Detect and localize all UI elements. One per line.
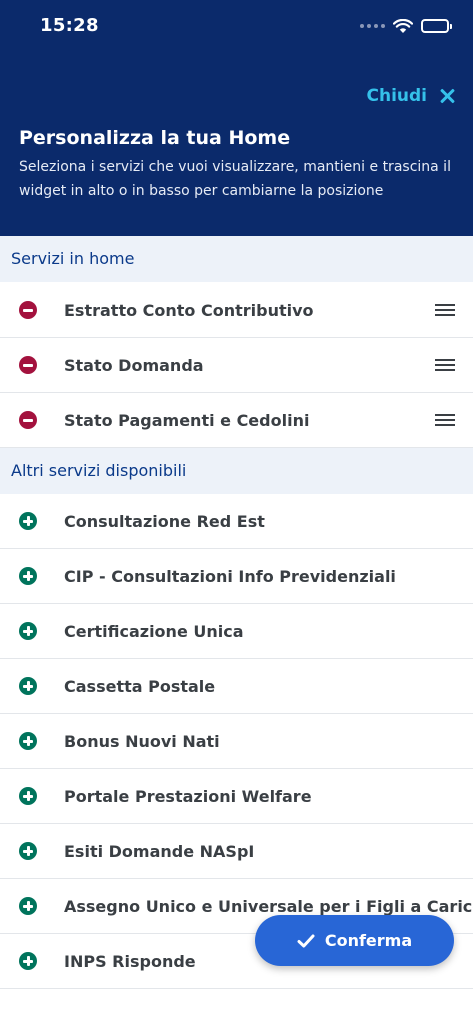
section-header-home-services: Servizi in home — [0, 236, 473, 282]
add-circle-icon[interactable] — [19, 567, 37, 585]
available-service-row: Bonus Nuovi Nati — [0, 714, 473, 769]
add-circle-icon[interactable] — [19, 512, 37, 530]
available-service-row: Esiti Domande NASpI — [0, 824, 473, 879]
checkmark-icon — [297, 934, 315, 947]
status-time: 15:28 — [40, 15, 99, 36]
battery-icon — [421, 19, 452, 33]
service-label: INPS Risponde — [64, 951, 196, 971]
available-service-row: Certificazione Unica — [0, 604, 473, 659]
available-service-row: Cassetta Postale — [0, 659, 473, 714]
confirm-label: Conferma — [324, 931, 413, 950]
service-label: Cassetta Postale — [64, 676, 216, 696]
add-circle-icon[interactable] — [19, 732, 37, 750]
available-service-row: CIP - Consultazioni Info Previdenziali — [0, 549, 473, 604]
drag-handle-icon[interactable] — [435, 304, 455, 316]
service-label: Certificazione Unica — [64, 621, 244, 641]
drag-handle-icon[interactable] — [435, 359, 455, 371]
page-subtitle: Seleziona i servizi che vuoi visualizzar… — [19, 159, 451, 199]
add-circle-icon[interactable] — [19, 622, 37, 640]
add-circle-icon[interactable] — [19, 842, 37, 860]
service-label: CIP - Consultazioni Info Previdenziali — [64, 566, 396, 586]
home-service-row: Estratto Conto Contributivo — [0, 283, 473, 338]
remove-circle-icon[interactable] — [19, 356, 37, 374]
home-service-row: Stato Pagamenti e Cedolini — [0, 393, 473, 448]
remove-circle-icon[interactable] — [19, 411, 37, 429]
add-circle-icon[interactable] — [19, 897, 37, 915]
service-label: Portale Prestazioni Welfare — [64, 786, 312, 806]
close-icon — [439, 88, 455, 104]
add-circle-icon[interactable] — [19, 952, 37, 970]
page-title: Personalizza la tua Home — [19, 127, 291, 149]
wifi-icon — [393, 18, 413, 33]
home-service-row: Stato Domanda — [0, 338, 473, 393]
available-service-row: Consultazione Red Est — [0, 494, 473, 549]
available-service-row: Portale Prestazioni Welfare — [0, 769, 473, 824]
service-label: Stato Domanda — [64, 355, 204, 375]
close-label: Chiudi — [366, 86, 427, 106]
section-header-other-services: Altri servizi disponibili — [0, 448, 473, 494]
status-icons — [360, 16, 452, 36]
status-bar: 15:28 — [0, 0, 473, 52]
service-label: Consultazione Red Est — [64, 511, 265, 531]
header: 15:28 Chiudi Personalizza la tua Home Se… — [0, 0, 473, 236]
remove-circle-icon[interactable] — [19, 301, 37, 319]
service-label: Assegno Unico e Universale per i Figli a… — [64, 896, 473, 916]
service-label: Esiti Domande NASpI — [64, 841, 255, 861]
add-circle-icon[interactable] — [19, 677, 37, 695]
drag-handle-icon[interactable] — [435, 414, 455, 426]
service-label: Bonus Nuovi Nati — [64, 731, 220, 751]
confirm-button[interactable]: Conferma — [255, 915, 454, 966]
add-circle-icon[interactable] — [19, 787, 37, 805]
service-label: Estratto Conto Contributivo — [64, 300, 314, 320]
close-button[interactable]: Chiudi — [366, 86, 455, 106]
signal-icon — [360, 24, 385, 28]
service-label: Stato Pagamenti e Cedolini — [64, 410, 310, 430]
